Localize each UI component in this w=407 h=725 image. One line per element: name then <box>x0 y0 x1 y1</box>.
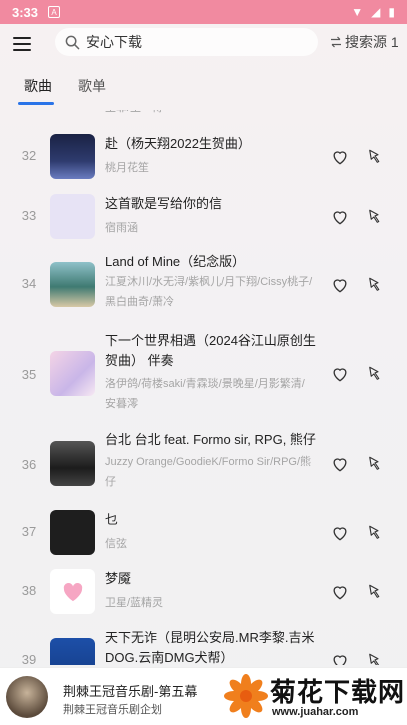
menu-icon[interactable] <box>13 37 31 51</box>
song-cover <box>50 569 95 614</box>
download-icon[interactable] <box>366 524 384 542</box>
player-subtitle: 荆棘王冠音乐剧企划 <box>63 704 162 716</box>
download-icon[interactable] <box>366 148 384 166</box>
status-time: 3:33 <box>12 4 39 20</box>
tab-songs[interactable]: 歌曲 <box>24 76 52 96</box>
favorite-icon[interactable] <box>330 147 350 167</box>
favorite-icon[interactable] <box>330 207 350 227</box>
song-list[interactable]: 王菲/王一博 32 赴（杨天翔2022生贺曲） 桃月花笙 33 这首歌是写给你的… <box>0 110 407 665</box>
status-bar: 3:33 A ▼ ◢ ▮ <box>0 0 407 24</box>
watermark-brand: 菊花下载网 <box>270 677 406 707</box>
swap-icon <box>331 36 341 48</box>
song-number: 37 <box>21 524 37 539</box>
song-number: 39 <box>21 652 37 665</box>
song-title: 梦魇 <box>105 571 132 586</box>
signal-icon: ◢ <box>371 5 381 19</box>
download-icon[interactable] <box>366 583 384 601</box>
song-number: 35 <box>21 367 37 382</box>
search-icon <box>65 35 80 49</box>
search-source-label: 搜索源 1 <box>345 34 399 50</box>
song-number: 34 <box>21 276 37 291</box>
song-cover <box>50 262 95 307</box>
song-cover <box>50 194 95 239</box>
song-title: 赴（杨天翔2022生贺曲） <box>105 136 251 151</box>
watermark: 菊花下载网 www.juahar.com <box>220 672 407 724</box>
heart-cover-icon <box>63 582 82 601</box>
song-title: 乜 <box>105 512 119 527</box>
download-icon[interactable] <box>366 652 384 665</box>
song-cover <box>50 134 95 179</box>
tab-indicator <box>18 102 54 105</box>
toolbar: 安心下载 搜索源 1 <box>0 24 407 64</box>
favorite-icon[interactable] <box>330 651 350 665</box>
player-cover <box>6 676 48 718</box>
song-number: 32 <box>21 148 37 163</box>
download-icon[interactable] <box>366 276 384 294</box>
song-number: 36 <box>21 457 37 472</box>
battery-icon: ▮ <box>388 5 395 19</box>
wifi-icon: ▼ <box>351 5 364 19</box>
notification-icon: A <box>48 6 61 18</box>
favorite-icon[interactable] <box>330 364 350 384</box>
flower-logo-icon <box>224 674 268 718</box>
song-cover <box>50 351 95 396</box>
song-artist: 卫星/蓝精灵 <box>105 597 164 609</box>
song-artist: 宿雨涵 <box>105 222 138 234</box>
song-number: 38 <box>21 583 37 598</box>
song-title: Land of Mine（纪念版） <box>105 254 246 269</box>
player-title: 荆棘王冠音乐剧-第五幕 <box>63 684 198 699</box>
song-artist: 江夏沐川/水无浔/紫枫儿/月下翔/Cissy桃子/黑白曲奇/萧冷 <box>105 276 313 308</box>
search-value: 安心下载 <box>86 34 142 50</box>
song-number: 33 <box>21 208 37 223</box>
download-icon[interactable] <box>366 208 384 226</box>
favorite-icon[interactable] <box>330 275 350 295</box>
watermark-url: www.juahar.com <box>272 706 359 718</box>
song-artist: 信弦 <box>105 538 127 550</box>
song-title: 台北 台北 feat. Formo sir, RPG, 熊仔 <box>105 432 316 447</box>
song-title: 这首歌是写给你的信 <box>105 196 223 211</box>
favorite-icon[interactable] <box>330 582 350 602</box>
favorite-icon[interactable] <box>330 523 350 543</box>
song-artist: 桃月花笙 <box>105 162 149 174</box>
status-icons: ▼ ◢ ▮ <box>351 5 395 19</box>
song-title: 天下无诈（昆明公安局.MR李黎.吉米DOG.云南DMG犬帮） <box>105 630 315 665</box>
song-artist: 王菲/王一博 <box>105 110 315 118</box>
song-artist: 洛伊鸽/荷楼saki/青霖琰/景晚星/月影繁清/安暮澪 <box>105 378 305 410</box>
song-cover <box>50 638 95 665</box>
tab-playlists[interactable]: 歌单 <box>78 76 106 96</box>
download-icon[interactable] <box>366 455 384 473</box>
song-artist: Juzzy Orange/GoodieK/Formo Sir/RPG/熊仔 <box>105 456 312 488</box>
favorite-icon[interactable] <box>330 454 350 474</box>
song-title: 下一个世界相遇（2024谷江山原创生贺曲） 伴奏 <box>105 333 316 368</box>
tab-bar: 歌曲 歌单 <box>0 72 407 106</box>
song-cover <box>50 441 95 486</box>
search-source-button[interactable]: 搜索源 1 <box>330 32 399 52</box>
download-icon[interactable] <box>366 365 384 383</box>
search-input[interactable]: 安心下载 <box>55 28 318 56</box>
song-cover <box>50 510 95 555</box>
